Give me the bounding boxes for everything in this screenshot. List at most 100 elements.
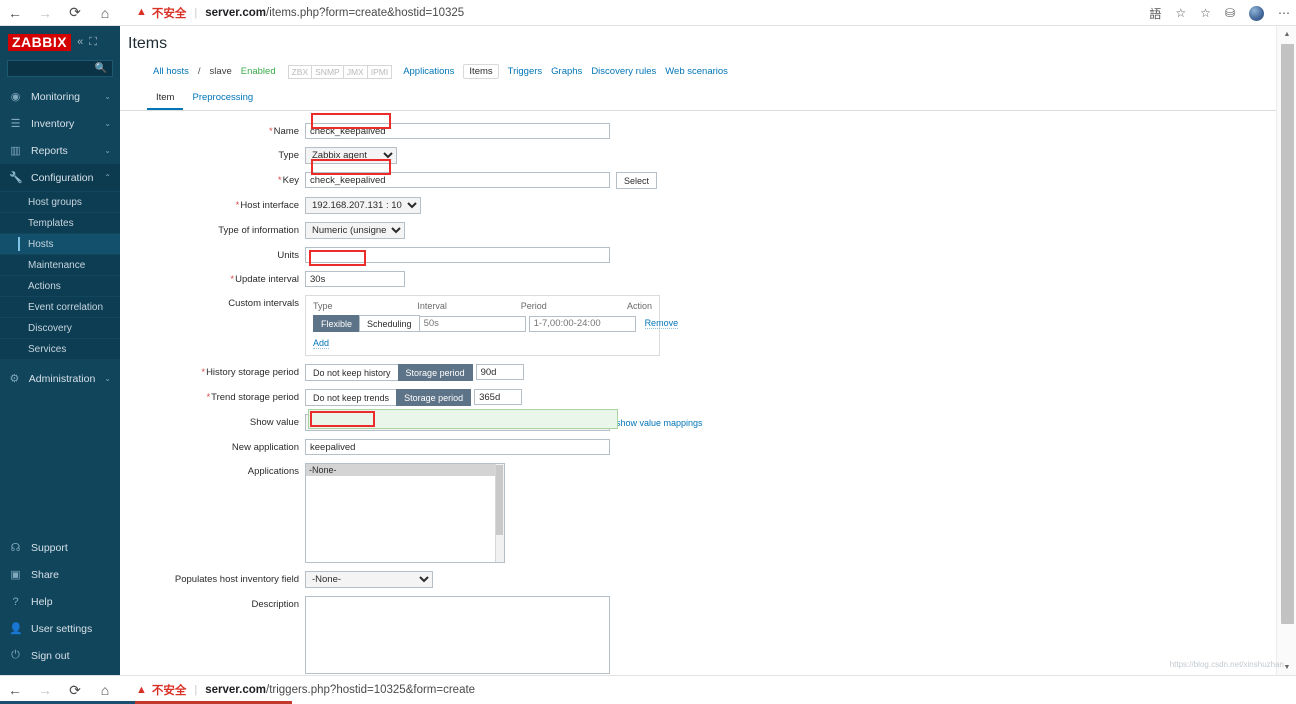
breadcrumb-host[interactable]: slave <box>210 66 232 77</box>
nav-link-graphs[interactable]: Graphs <box>551 66 582 77</box>
label-name: *Name <box>120 123 305 138</box>
nav-link-applications[interactable]: Applications <box>403 66 454 77</box>
trend-storage-toggle: Do not keep trends Storage period <box>305 389 472 406</box>
show-value-mappings-link[interactable]: show value mappings <box>616 418 703 428</box>
remove-interval-link[interactable]: Remove <box>644 318 679 329</box>
update-interval-input[interactable] <box>305 271 405 287</box>
sidebar-subitem-label: Host groups <box>28 196 82 208</box>
item-form: *Name Type Zabbix agent *Key <box>120 111 1276 675</box>
trend-storage-period-button[interactable]: Storage period <box>396 389 472 406</box>
sidebar-subitem-host-groups[interactable]: Host groups <box>0 191 120 212</box>
key-input[interactable] <box>305 172 610 188</box>
favorite-star-icon[interactable]: ☆ <box>1175 6 1186 20</box>
interval-type-toggle: Flexible Scheduling <box>313 315 420 332</box>
translate-icon[interactable]: 語 <box>1149 5 1161 22</box>
breadcrumb-separator: / <box>197 66 201 77</box>
applications-scrollbar-thumb[interactable] <box>496 465 503 535</box>
history-storage-period-button[interactable]: Storage period <box>397 364 473 381</box>
label-text: History storage period <box>206 367 299 378</box>
add-interval-link[interactable]: Add <box>313 338 330 349</box>
url-path: /triggers.php?hostid=10325&form=create <box>266 684 476 696</box>
units-input[interactable] <box>305 247 610 263</box>
warning-triangle-icon: ▲ <box>136 683 147 696</box>
nav-link-web-scenarios[interactable]: Web scenarios <box>665 66 728 77</box>
list-icon: ☰ <box>10 118 21 130</box>
select-key-button[interactable]: Select <box>616 172 658 189</box>
browser-toolbar-top: ← → ⟳ ⌂ ▲ 不安全 | server.com/items.php?for… <box>0 0 1296 26</box>
add-favorite-icon[interactable]: ☆ <box>1200 6 1211 20</box>
nav-link-discovery-rules[interactable]: Discovery rules <box>591 66 656 77</box>
type-of-information-select[interactable]: Numeric (unsigned) <box>305 222 405 239</box>
sidebar-item-inventory[interactable]: ☰ Inventory ⌄ <box>0 110 120 137</box>
scrollbar-thumb[interactable] <box>1281 44 1294 624</box>
search-input[interactable]: 🔍 <box>7 60 113 77</box>
page-scrollbar[interactable]: ▲ ▼ <box>1276 26 1296 675</box>
trend-storage-input[interactable] <box>474 389 523 405</box>
reload-icon[interactable]: ⟳ <box>60 677 90 703</box>
do-not-keep-trends-button[interactable]: Do not keep trends <box>305 389 398 406</box>
new-application-input[interactable] <box>305 439 610 455</box>
custom-period-input[interactable] <box>528 315 636 332</box>
applications-listbox[interactable]: -None- <box>305 463 505 563</box>
sidebar-header: ZABBIX « ⛶ <box>0 26 120 58</box>
tab-preprocessing[interactable]: Preprocessing <box>183 87 262 110</box>
home-icon[interactable]: ⌂ <box>90 677 120 703</box>
custom-interval-input[interactable] <box>418 315 526 332</box>
sidebar-subitem-maintenance[interactable]: Maintenance <box>0 254 120 275</box>
sidebar-item-reports[interactable]: ▥ Reports ⌄ <box>0 137 120 164</box>
nav-link-triggers[interactable]: Triggers <box>508 66 543 77</box>
more-menu-icon[interactable]: ⋯ <box>1278 6 1290 20</box>
nav-link-items[interactable]: Items <box>463 64 499 79</box>
sidebar-item-configuration[interactable]: 🔧 Configuration ⌃ <box>0 164 120 191</box>
user-icon: 👤 <box>9 623 23 635</box>
label-new-application: New application <box>231 442 299 453</box>
sidebar-item-user-settings[interactable]: 👤 User settings <box>0 615 120 642</box>
address-bar[interactable]: ▲ 不安全 | server.com/triggers.php?hostid=1… <box>128 680 483 700</box>
name-input[interactable] <box>305 123 610 139</box>
sidebar-subitem-hosts[interactable]: Hosts <box>0 233 120 254</box>
back-arrow-icon[interactable]: ← <box>0 0 30 26</box>
breadcrumb-all-hosts[interactable]: All hosts <box>153 66 189 77</box>
address-divider: | <box>194 6 198 19</box>
sidebar-subitem-templates[interactable]: Templates <box>0 212 120 233</box>
interval-type-flexible-button[interactable]: Flexible <box>313 315 361 332</box>
form-row-new-application: New application <box>120 439 1276 455</box>
collapse-icon[interactable]: « <box>77 36 83 48</box>
home-icon[interactable]: ⌂ <box>90 0 120 26</box>
sidebar-subitem-services[interactable]: Services <box>0 338 120 359</box>
tab-item[interactable]: Item <box>147 87 184 110</box>
interval-type-scheduling-button[interactable]: Scheduling <box>359 315 420 332</box>
sidebar-item-sign-out[interactable]: ⏻ Sign out <box>0 642 120 669</box>
reload-icon[interactable]: ⟳ <box>60 0 90 26</box>
back-arrow-icon[interactable]: ← <box>0 677 30 703</box>
zabbix-logo[interactable]: ZABBIX <box>8 33 72 51</box>
sidebar-item-administration[interactable]: ⚙ Administration ⌄ <box>0 365 120 392</box>
do-not-keep-history-button[interactable]: Do not keep history <box>305 364 399 381</box>
sidebar-item-monitoring[interactable]: ◉ Monitoring ⌄ <box>0 83 120 110</box>
gear-icon: ⚙ <box>9 373 20 385</box>
sidebar-subitem-event-correlation[interactable]: Event correlation <box>0 296 120 317</box>
applications-option-none[interactable]: -None- <box>306 464 504 476</box>
scroll-up-arrow-icon[interactable]: ▲ <box>1277 26 1296 42</box>
sidebar-item-share[interactable]: ▣ Share <box>0 561 120 588</box>
expand-icon[interactable]: ⛶ <box>89 36 97 49</box>
inventory-field-select[interactable]: -None- <box>305 571 433 588</box>
sidebar-subitem-label: Maintenance <box>28 259 86 271</box>
forward-arrow-icon[interactable]: → <box>30 677 60 703</box>
sidebar-item-help[interactable]: ? Help <box>0 588 120 615</box>
sidebar-subitem-label: Event correlation <box>28 301 104 313</box>
history-storage-input[interactable] <box>475 364 524 380</box>
address-bar[interactable]: ▲ 不安全 | server.com/items.php?form=create… <box>128 3 472 23</box>
label-type-of-information: Type of information <box>218 225 299 236</box>
applications-scrollbar[interactable] <box>495 464 504 562</box>
host-interface-select[interactable]: 192.168.207.131 : 10050 <box>305 197 421 214</box>
sidebar-subitem-actions[interactable]: Actions <box>0 275 120 296</box>
sidebar-subitem-discovery[interactable]: Discovery <box>0 317 120 338</box>
type-select[interactable]: Zabbix agent <box>305 147 397 164</box>
profile-avatar[interactable] <box>1249 5 1264 21</box>
description-textarea[interactable] <box>305 596 610 674</box>
sidebar-item-support[interactable]: ☊ Support <box>0 534 120 561</box>
chevron-down-icon: ⌄ <box>104 119 111 128</box>
forward-arrow-icon[interactable]: → <box>30 0 60 26</box>
collections-icon[interactable]: ⛁ <box>1225 6 1235 20</box>
